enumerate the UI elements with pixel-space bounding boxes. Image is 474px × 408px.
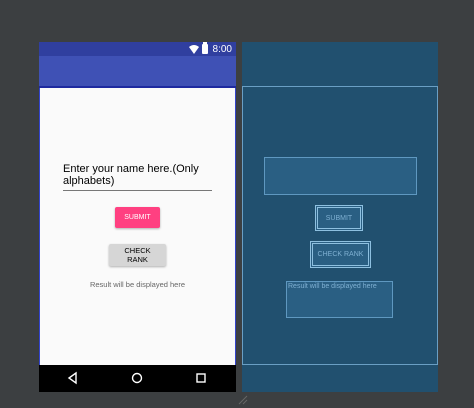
status-icons: 8:00 xyxy=(188,42,232,56)
status-bar: 8:00 xyxy=(39,42,236,56)
recents-icon[interactable] xyxy=(194,371,208,385)
blueprint-name-input[interactable] xyxy=(264,157,417,195)
check-rank-button[interactable]: CHECK RANK xyxy=(109,244,166,266)
blueprint-submit-button[interactable]: SUBMIT xyxy=(315,205,363,231)
navigation-bar xyxy=(39,365,236,392)
app-bar xyxy=(39,56,236,86)
wifi-icon xyxy=(188,44,199,54)
blueprint-check-rank-label: CHECK RANK xyxy=(312,243,369,266)
back-icon[interactable] xyxy=(66,371,80,385)
name-input[interactable]: Enter your name here.(Only alphabets) xyxy=(63,163,212,191)
battery-icon xyxy=(201,42,208,54)
blueprint-check-rank-button[interactable]: CHECK RANK xyxy=(310,241,371,268)
resize-handle-icon[interactable] xyxy=(238,395,248,405)
home-icon[interactable] xyxy=(130,371,144,385)
status-time: 8:00 xyxy=(212,43,232,55)
result-text: Result will be displayed here xyxy=(89,280,186,289)
submit-button[interactable]: SUBMIT xyxy=(115,207,160,228)
blueprint-submit-label: SUBMIT xyxy=(317,207,361,229)
blueprint-result-text[interactable]: Result will be displayed here xyxy=(286,281,393,318)
